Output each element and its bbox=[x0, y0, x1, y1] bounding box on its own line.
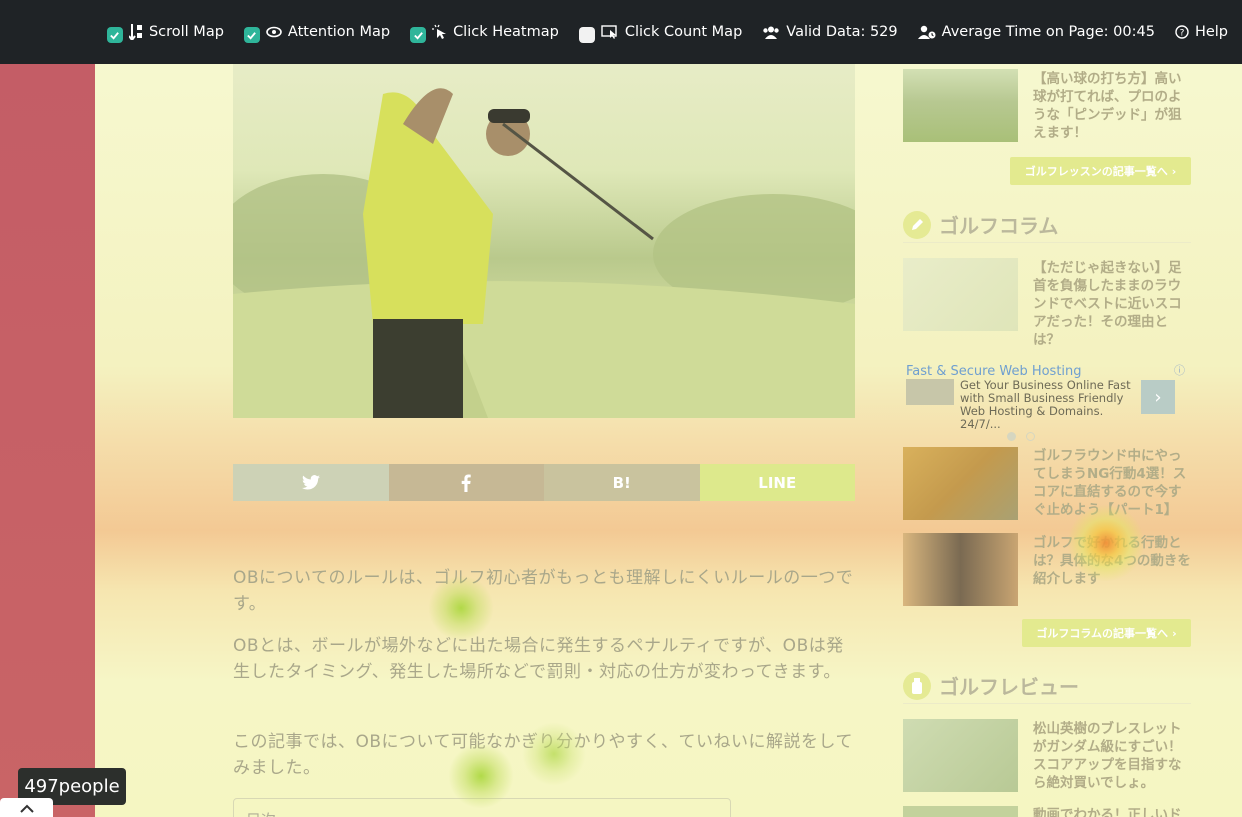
ad-info-icon[interactable]: ⓘ bbox=[1174, 362, 1185, 378]
ad-image bbox=[906, 379, 954, 405]
column-item-1-thumbnail[interactable] bbox=[903, 258, 1018, 331]
article-hero-image bbox=[233, 64, 855, 418]
scroll-up-button[interactable] bbox=[0, 798, 53, 817]
click-heat-spot bbox=[448, 743, 514, 809]
svg-text:?: ? bbox=[1180, 29, 1185, 39]
column-section-header: ゴルフコラム bbox=[903, 207, 1191, 243]
click-heatmap-label: Click Heatmap bbox=[453, 24, 559, 40]
scroll-map-label: Scroll Map bbox=[148, 24, 224, 40]
eye-icon bbox=[266, 26, 282, 38]
column-item-2-thumbnail[interactable] bbox=[903, 447, 1018, 520]
twitter-share-button[interactable] bbox=[233, 464, 389, 501]
chevron-up-icon bbox=[19, 804, 34, 813]
help-button[interactable]: ? Help bbox=[1175, 24, 1228, 40]
click-heat-spot bbox=[522, 722, 586, 786]
column-item-3-thumbnail[interactable] bbox=[903, 533, 1018, 606]
attention-map-toggle[interactable]: Attention Map bbox=[243, 21, 391, 43]
users-icon bbox=[762, 26, 780, 39]
ad-title[interactable]: Fast & Secure Web Hosting bbox=[906, 364, 1082, 379]
review-section-header: ゴルフレビュー bbox=[903, 668, 1191, 704]
ad-banner[interactable]: Fast & Secure Web Hosting ⓘ Get Your Bus… bbox=[903, 362, 1191, 432]
facebook-icon bbox=[461, 473, 471, 492]
lesson-item-title[interactable]: 【高い球の打ち方】高い球が打てれば、プロのような「ピンデッド」が狙えます！ bbox=[1033, 70, 1191, 142]
lesson-more-button[interactable]: ゴルフレッスンの記事一覧へ › bbox=[1010, 157, 1191, 185]
carousel-dot-2[interactable] bbox=[1026, 432, 1035, 441]
avg-time-label: Average Time on Page: 00:45 bbox=[941, 24, 1155, 40]
ad-body-text[interactable]: Get Your Business Online Fast with Small… bbox=[960, 379, 1140, 431]
avg-time-stat: Average Time on Page: 00:45 bbox=[917, 24, 1155, 40]
column-more-button[interactable]: ゴルフコラムの記事一覧へ › bbox=[1022, 619, 1191, 647]
arrow-circle-icon: › bbox=[1171, 164, 1177, 178]
review-item-1-thumbnail[interactable] bbox=[903, 719, 1018, 792]
review-item-1-title[interactable]: 松山英樹のブレスレットがガンダム級にすごい！スコアアップを目指すなら絶対買いでし… bbox=[1033, 720, 1191, 792]
arrow-circle-icon: › bbox=[1172, 626, 1177, 640]
line-share-button[interactable]: LINE bbox=[699, 464, 855, 501]
checkbox-checked-icon[interactable] bbox=[243, 27, 260, 43]
checkbox-checked-icon[interactable] bbox=[410, 27, 427, 43]
facebook-share-button[interactable] bbox=[388, 464, 544, 501]
pointer-click-icon bbox=[432, 24, 447, 40]
checkbox-unchecked-icon[interactable] bbox=[578, 27, 595, 43]
sort-icon bbox=[128, 24, 143, 40]
ad-next-arrow[interactable]: › bbox=[1141, 380, 1175, 414]
click-heat-spot bbox=[1068, 505, 1144, 581]
review-section-title: ゴルフレビュー bbox=[939, 675, 1079, 699]
carousel-dot-1[interactable] bbox=[1007, 432, 1016, 441]
share-buttons: B! LINE bbox=[233, 464, 855, 501]
lesson-item-thumbnail[interactable] bbox=[903, 69, 1018, 142]
review-item-2-thumbnail[interactable] bbox=[903, 806, 1018, 817]
valid-data-label: Valid Data: 529 bbox=[786, 24, 898, 40]
column-more-label: ゴルフコラムの記事一覧へ bbox=[1036, 627, 1169, 640]
click-heatmap-toggle[interactable]: Click Heatmap bbox=[410, 21, 559, 43]
column-item-1-title[interactable]: 【ただじゃ起きない】足首を負傷したままのラウンドでベストに近いスコアだった！その… bbox=[1033, 259, 1191, 349]
click-count-map-label: Click Count Map bbox=[624, 24, 743, 40]
article-paragraph-1: OBについてのルールは、ゴルフ初心者がもっとも理解しにくいルールの一つです。 bbox=[233, 568, 854, 614]
attention-map-label: Attention Map bbox=[287, 24, 391, 40]
review-item-2-title[interactable]: 動画でわかる！正しいド bbox=[1033, 806, 1191, 817]
article-paragraph-2: OBとは、ボールが場外などに出た場合に発生するペナルティですが、OBは発生したタ… bbox=[233, 636, 844, 682]
click-count-map-toggle[interactable]: Click Count Map bbox=[578, 21, 743, 43]
pencil-icon bbox=[903, 210, 931, 239]
click-count-icon bbox=[601, 25, 619, 39]
help-label: Help bbox=[1194, 24, 1228, 40]
valid-data-stat: Valid Data: 529 bbox=[762, 24, 898, 40]
checkbox-checked-icon[interactable] bbox=[106, 27, 123, 43]
scroll-map-toggle[interactable]: Scroll Map bbox=[106, 21, 224, 43]
bottle-icon bbox=[903, 671, 931, 700]
column-section-title: ゴルフコラム bbox=[939, 214, 1059, 238]
question-circle-icon: ? bbox=[1175, 25, 1189, 39]
lesson-more-label: ゴルフレッスンの記事一覧へ bbox=[1024, 165, 1168, 178]
scroll-depth-bar bbox=[0, 64, 95, 817]
user-clock-icon bbox=[917, 25, 936, 39]
twitter-icon bbox=[301, 475, 320, 490]
click-heat-spot bbox=[428, 575, 494, 641]
hatena-share-button[interactable]: B! bbox=[544, 464, 700, 501]
heatmap-toolbar: Scroll Map Attention Map Click Heatmap C… bbox=[0, 0, 1242, 64]
toc-label: 目次 bbox=[246, 809, 276, 817]
